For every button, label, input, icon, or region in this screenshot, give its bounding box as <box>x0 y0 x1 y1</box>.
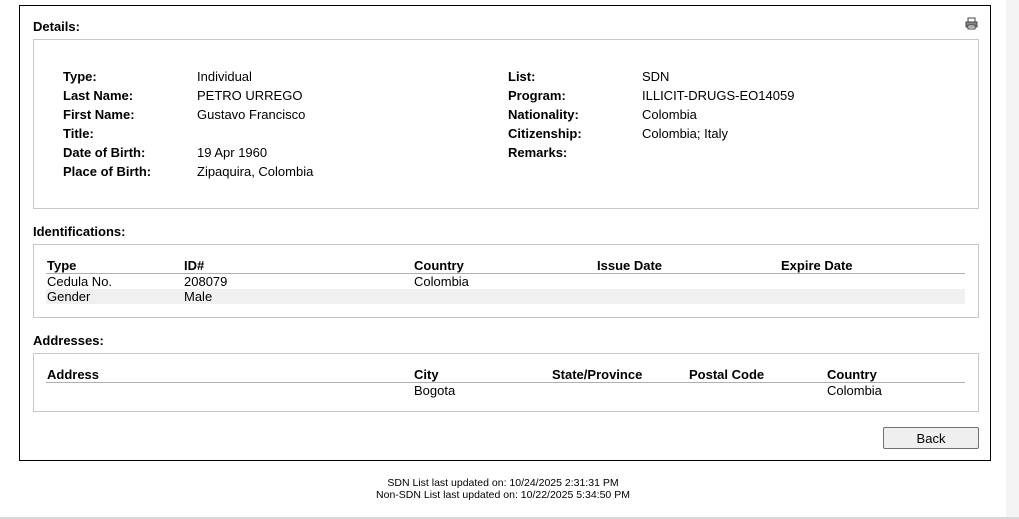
details-title: Details: <box>33 19 80 34</box>
id-header-expire-date: Expire Date <box>781 258 853 273</box>
label-nationality: Nationality: <box>508 107 579 122</box>
label-first-name: First Name: <box>63 107 135 122</box>
label-remarks: Remarks: <box>508 145 568 160</box>
id-header-issue-date: Issue Date <box>597 258 663 273</box>
id-header-id: ID# <box>184 258 205 273</box>
addr-row-1-city: Bogota <box>414 383 456 398</box>
value-last-name: PETRO URREGO <box>197 88 303 103</box>
id-row-1-type: Cedula No. <box>47 274 113 289</box>
addr-row-1-country: Colombia <box>827 383 882 398</box>
value-type: Individual <box>197 69 252 84</box>
value-date-of-birth: 19 Apr 1960 <box>197 145 268 160</box>
id-row-2-id: Male <box>184 289 213 304</box>
value-citizenship: Colombia; Italy <box>642 126 728 141</box>
label-type: Type: <box>63 69 97 84</box>
id-row-1-country: Colombia <box>414 274 469 289</box>
identifications-table <box>33 244 979 318</box>
print-icon[interactable] <box>965 17 978 30</box>
label-citizenship: Citizenship: <box>508 126 582 141</box>
identifications-title: Identifications: <box>33 224 126 239</box>
value-place-of-birth: Zipaquira, Colombia <box>197 164 314 179</box>
addr-header-country: Country <box>827 367 877 382</box>
id-row-2-type: Gender <box>47 289 91 304</box>
non-sdn-updated-text: Non-SDN List last updated on: 10/22/2025… <box>376 489 630 501</box>
label-title: Title: <box>63 126 94 141</box>
details-box <box>33 39 979 209</box>
label-place-of-birth: Place of Birth: <box>63 164 152 179</box>
label-date-of-birth: Date of Birth: <box>63 145 146 160</box>
addr-header-city: City <box>414 367 439 382</box>
addr-header-state: State/Province <box>552 367 643 382</box>
addresses-title: Addresses: <box>33 333 104 348</box>
value-nationality: Colombia <box>642 107 697 122</box>
value-list: SDN <box>642 69 670 84</box>
value-first-name: Gustavo Francisco <box>197 107 306 122</box>
label-list: List: <box>508 69 536 84</box>
sdn-updated-text: SDN List last updated on: 10/24/2025 2:3… <box>387 477 619 489</box>
label-program: Program: <box>508 88 566 103</box>
back-button[interactable]: Back <box>883 427 979 449</box>
label-last-name: Last Name: <box>63 88 134 103</box>
addr-header-address: Address <box>47 367 100 382</box>
id-header-type: Type <box>47 258 77 273</box>
value-program: ILLICIT-DRUGS-EO14059 <box>642 88 795 103</box>
addr-header-postal-code: Postal Code <box>689 367 765 382</box>
id-header-country: Country <box>414 258 464 273</box>
id-row-1-id: 208079 <box>184 274 228 289</box>
scrollbar-gutter <box>1006 0 1019 519</box>
